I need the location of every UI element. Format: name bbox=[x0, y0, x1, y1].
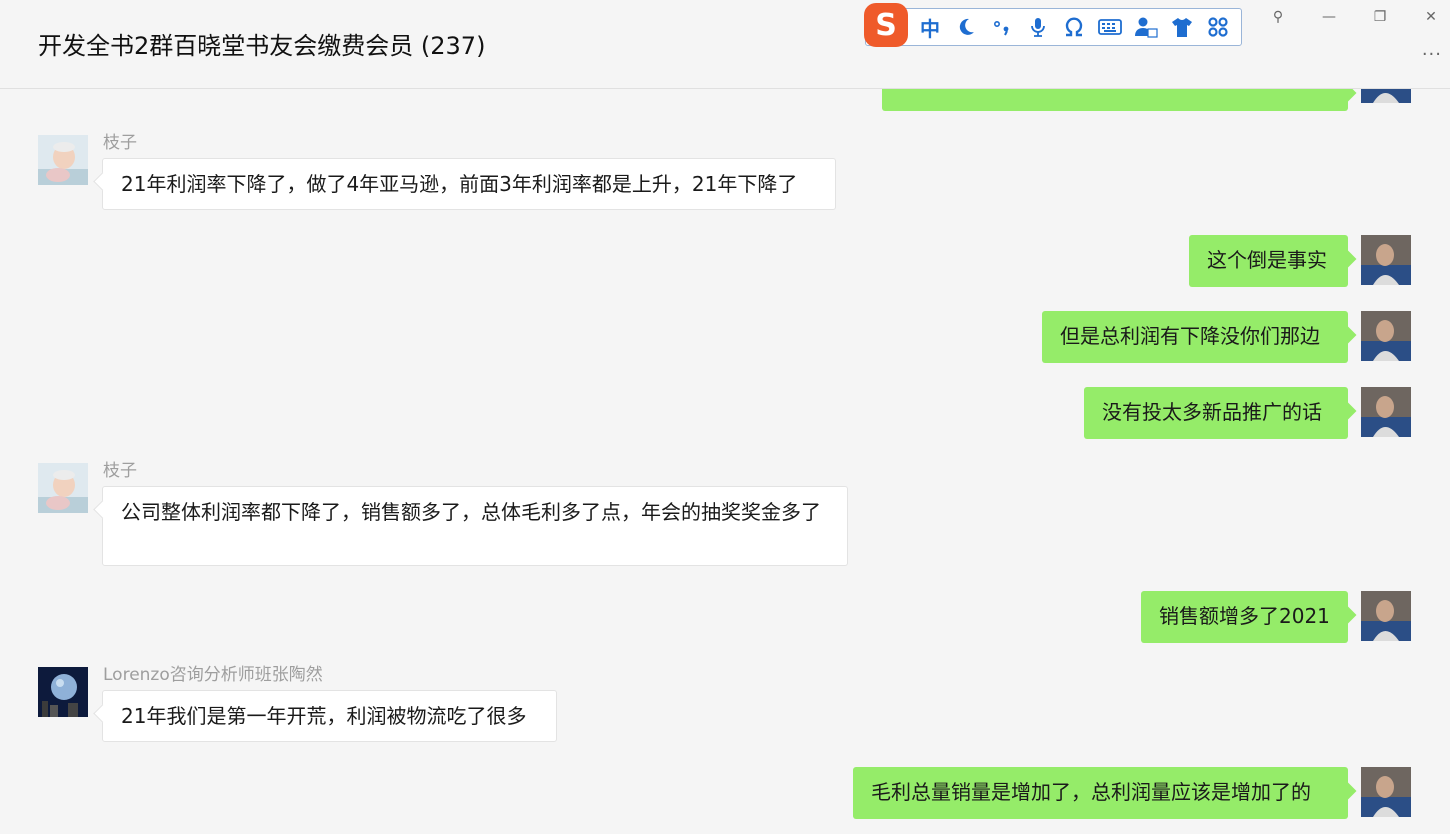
sender-name: 枝子 bbox=[103, 133, 137, 153]
my-avatar[interactable] bbox=[1361, 235, 1411, 285]
message-bubble[interactable]: 这个倒是事实 bbox=[1189, 235, 1348, 287]
my-avatar[interactable] bbox=[1361, 591, 1411, 641]
message-text: 销售额增多了2021 bbox=[1159, 604, 1330, 628]
shirt-icon[interactable] bbox=[1164, 9, 1200, 45]
message-bubble[interactable]: 公司整体利润率都下降了，销售额多了，总体毛利多了点，年会的抽奖奖金多了 bbox=[102, 486, 848, 566]
message-text: 毛利总量销量是增加了，总利润量应该是增加了的 bbox=[871, 780, 1311, 804]
close-button[interactable]: ✕ bbox=[1417, 4, 1445, 30]
message-bubble[interactable]: 但是总利润有下降没你们那边 bbox=[1042, 311, 1348, 363]
message-bubble[interactable]: 21年我们是第一年开荒，利润被物流吃了很多 bbox=[102, 690, 557, 742]
message-text: 没有投太多新品推广的话 bbox=[1102, 400, 1322, 424]
sender-avatar[interactable] bbox=[38, 667, 88, 717]
my-avatar[interactable] bbox=[1361, 767, 1411, 817]
chat-title: 开发全书2群百晓堂书友会缴费会员 (237) bbox=[38, 32, 486, 60]
my-avatar[interactable] bbox=[1361, 311, 1411, 361]
message-bubble-partial[interactable] bbox=[882, 89, 1348, 111]
sender-avatar[interactable] bbox=[38, 463, 88, 513]
message-list[interactable]: 枝子 21年利润率下降了，做了4年亚马逊，前面3年利润率都是上升，21年下降了 … bbox=[0, 89, 1450, 834]
pin-icon[interactable]: ⚲ bbox=[1264, 4, 1292, 30]
message-text: 这个倒是事实 bbox=[1207, 248, 1327, 272]
microphone-icon[interactable] bbox=[1020, 9, 1056, 45]
ime-toolbar: S 中 bbox=[864, 3, 1242, 47]
ime-mode-button[interactable]: 中 bbox=[912, 9, 948, 45]
punctuation-icon[interactable] bbox=[984, 9, 1020, 45]
message-bubble[interactable]: 21年利润率下降了，做了4年亚马逊，前面3年利润率都是上升，21年下降了 bbox=[102, 158, 836, 210]
ime-logo[interactable]: S bbox=[864, 3, 908, 47]
sender-name: Lorenzo咨询分析师班张陶然 bbox=[103, 665, 323, 685]
apps-icon[interactable] bbox=[1200, 9, 1236, 45]
restore-button[interactable]: ❐ bbox=[1366, 4, 1394, 30]
message-text: 但是总利润有下降没你们那边 bbox=[1060, 324, 1320, 348]
my-avatar[interactable] bbox=[1361, 89, 1411, 103]
message-bubble[interactable]: 毛利总量销量是增加了，总利润量应该是增加了的 bbox=[853, 767, 1348, 819]
user-icon[interactable] bbox=[1128, 9, 1164, 45]
sender-name: 枝子 bbox=[103, 461, 137, 481]
omega-icon[interactable] bbox=[1056, 9, 1092, 45]
moon-icon[interactable] bbox=[948, 9, 984, 45]
message-text: 公司整体利润率都下降了，销售额多了，总体毛利多了点，年会的抽奖奖金多了 bbox=[121, 500, 821, 524]
message-text: 21年利润率下降了，做了4年亚马逊，前面3年利润率都是上升，21年下降了 bbox=[121, 172, 798, 196]
message-bubble[interactable]: 销售额增多了2021 bbox=[1141, 591, 1348, 643]
my-avatar[interactable] bbox=[1361, 387, 1411, 437]
message-text: 21年我们是第一年开荒，利润被物流吃了很多 bbox=[121, 704, 527, 728]
minimize-button[interactable]: — bbox=[1315, 4, 1343, 30]
keyboard-icon[interactable] bbox=[1092, 9, 1128, 45]
sender-avatar[interactable] bbox=[38, 135, 88, 185]
message-bubble[interactable]: 没有投太多新品推广的话 bbox=[1084, 387, 1348, 439]
more-options-button[interactable]: ··· bbox=[1422, 44, 1442, 65]
